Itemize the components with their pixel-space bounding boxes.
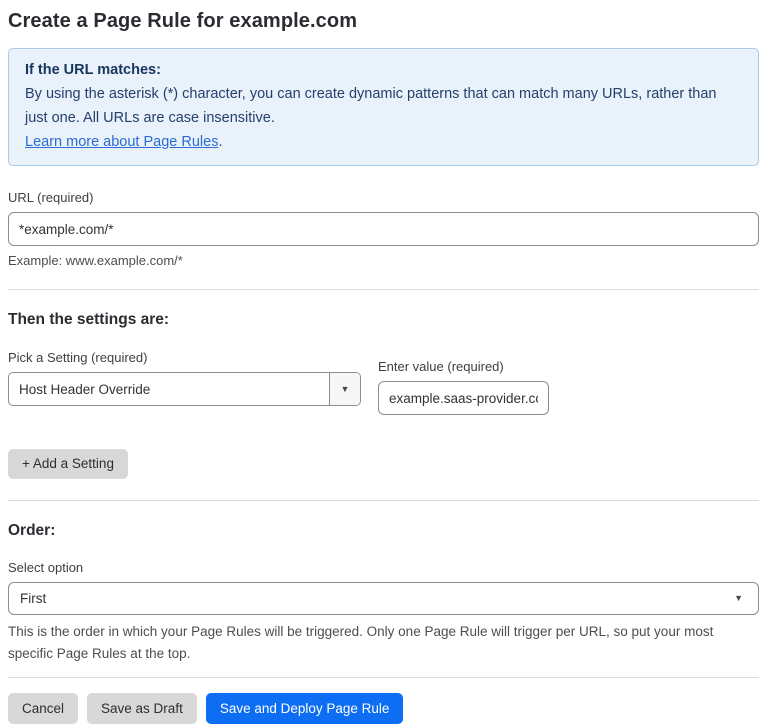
setting-value-input[interactable] xyxy=(378,381,549,415)
link-period: . xyxy=(218,134,223,150)
save-and-deploy-button[interactable]: Save and Deploy Page Rule xyxy=(205,693,404,724)
setting-row: Pick a Setting (required) Host Header Ov… xyxy=(8,350,759,415)
info-box-heading: If the URL matches: xyxy=(25,62,161,78)
cancel-button[interactable]: Cancel xyxy=(8,693,79,724)
add-setting-button[interactable]: + Add a Setting xyxy=(8,449,128,479)
chevron-down-icon: ▼ xyxy=(340,383,350,394)
url-field-group: URL (required) Example: www.example.com/… xyxy=(8,190,759,268)
divider xyxy=(8,289,759,290)
order-section-heading: Order: xyxy=(8,522,56,539)
setting-value-group: Enter value (required) xyxy=(378,359,549,415)
setting-value-label: Enter value (required) xyxy=(378,359,504,374)
page-title: Create a Page Rule for example.com xyxy=(8,10,358,32)
setting-picker-arrow-button[interactable]: ▼ xyxy=(329,373,360,405)
order-select[interactable]: First ▼ xyxy=(8,582,759,615)
info-box-link-line: Learn more about Page Rules. xyxy=(25,130,742,154)
order-select-label: Select option xyxy=(8,560,84,575)
setting-picker-select[interactable]: Host Header Override ▼ xyxy=(8,372,361,406)
order-helper-text: This is the order in which your Page Rul… xyxy=(8,624,714,661)
save-as-draft-button[interactable]: Save as Draft xyxy=(87,693,197,724)
order-select-arrow: ▼ xyxy=(734,583,758,614)
url-input[interactable] xyxy=(8,212,759,246)
url-example-helper: Example: www.example.com/* xyxy=(8,253,183,268)
divider xyxy=(8,500,759,501)
chevron-down-icon: ▼ xyxy=(734,593,743,603)
setting-picker-label: Pick a Setting (required) xyxy=(8,350,148,365)
url-field-label: URL (required) xyxy=(8,190,94,205)
info-box-body: By using the asterisk (*) character, you… xyxy=(25,86,717,126)
order-select-value: First xyxy=(20,591,47,606)
url-match-info-box: If the URL matches: By using the asteris… xyxy=(8,48,759,166)
footer-actions: Cancel Save as Draft Save and Deploy Pag… xyxy=(8,693,759,724)
setting-picker-group: Pick a Setting (required) Host Header Ov… xyxy=(8,350,361,406)
divider xyxy=(8,677,759,678)
learn-more-link[interactable]: Learn more about Page Rules xyxy=(25,134,218,150)
setting-picker-value: Host Header Override xyxy=(19,381,151,397)
create-page-rule-form: Create a Page Rule for example.com If th… xyxy=(0,0,772,724)
settings-section-heading: Then the settings are: xyxy=(8,311,170,328)
